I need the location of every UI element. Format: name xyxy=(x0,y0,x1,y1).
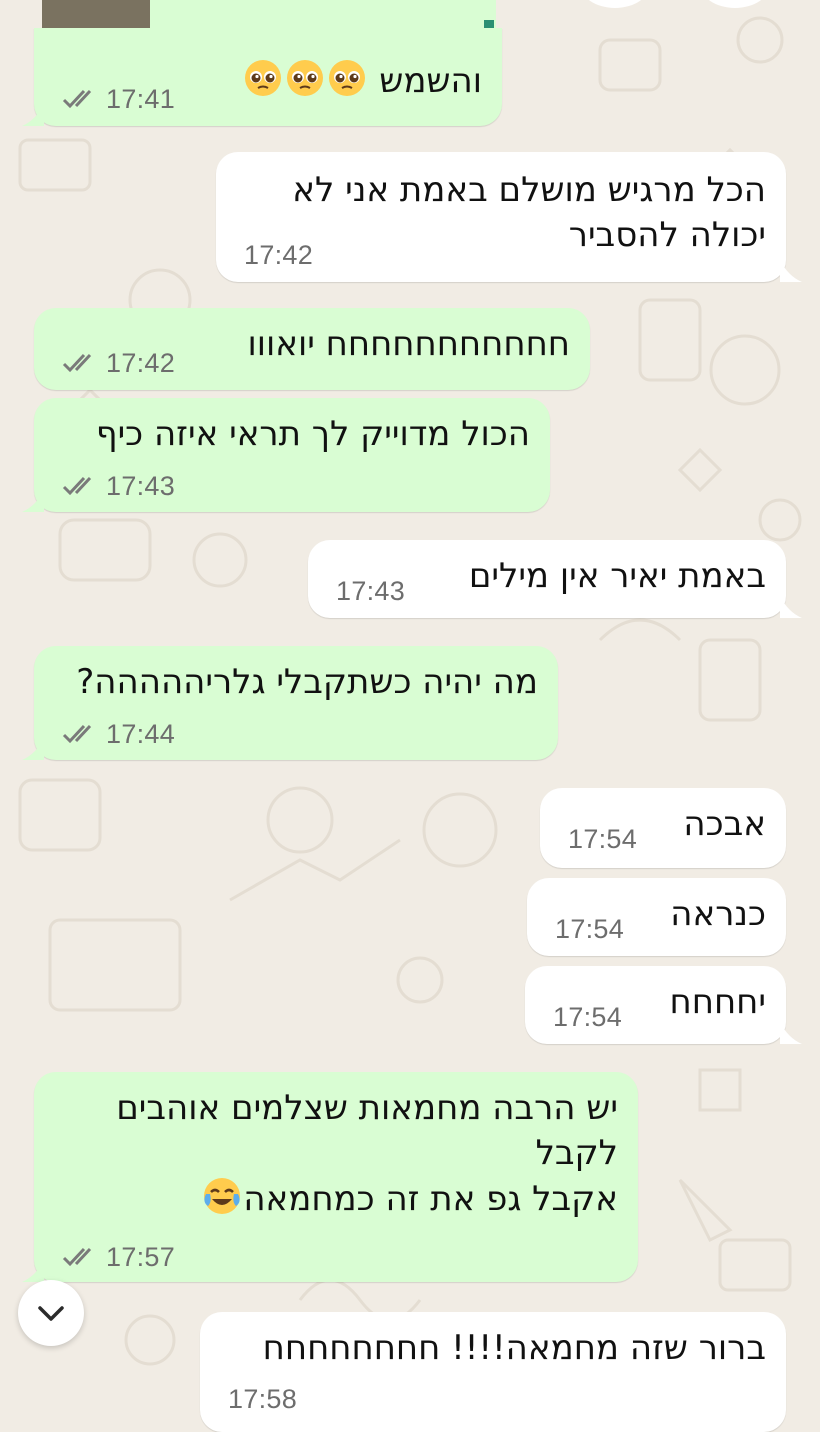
message-text: הכל מרגיש מושלם באמת אני לא יכולה להסביר xyxy=(292,170,766,255)
bubble-tail xyxy=(780,1022,802,1044)
bubble-tail xyxy=(780,260,802,282)
message-text: חחחחחחחחחחח יואווו xyxy=(247,324,570,364)
message-text: אבכה xyxy=(683,804,766,844)
message-bubble-incoming[interactable]: הכל מרגיש מושלם באמת אני לא יכולה להסביר… xyxy=(216,152,786,282)
pleading-face-icon xyxy=(242,60,284,101)
message-time: 17:44 xyxy=(106,719,176,749)
message-text: והשמש xyxy=(242,58,482,104)
message-time: 17:54 xyxy=(555,914,625,944)
bubble-tail xyxy=(22,490,44,512)
pleading-face-icon xyxy=(326,60,368,101)
bubble-tail xyxy=(22,1260,44,1282)
pleading-face-icon xyxy=(284,60,326,101)
chevron-down-icon xyxy=(38,1306,64,1321)
message-text: יש הרבה מחמאות שצלמים אוהבים לקבל אקבל ג… xyxy=(116,1088,618,1219)
message-time: 17:54 xyxy=(553,1002,623,1032)
message-time: 17:43 xyxy=(106,471,176,501)
bubble-tail xyxy=(22,104,44,126)
message-bubble-outgoing[interactable]: הכול מדוייק לך תראי איזה כיף 17:43 xyxy=(34,398,550,512)
message-text: באמת יאיר אין מילים xyxy=(468,556,766,596)
message-bubble-incoming[interactable]: כנראה 17:54 xyxy=(527,878,786,956)
message-bubble-incoming[interactable]: יחחחח 17:54 xyxy=(525,966,786,1044)
message-text: מה יהיה כשתקבלי גלריההההה? xyxy=(76,662,538,702)
message-time: 17:42 xyxy=(106,348,176,378)
message-time: 17:41 xyxy=(106,84,176,114)
double-check-icon xyxy=(62,724,92,744)
message-text: הכול מדוייק לך תראי איזה כיף xyxy=(95,414,530,454)
message-text: ברור שזה מחמאה!!!! חחחחחחחח xyxy=(262,1328,766,1368)
bubble-tail xyxy=(780,596,802,618)
message-bubble-outgoing[interactable]: והשמש 17:41 xyxy=(34,28,502,126)
bubble-tail xyxy=(22,738,44,760)
message-bubble-incoming[interactable]: אבכה 17:54 xyxy=(540,788,786,868)
message-bubble-outgoing[interactable]: יש הרבה מחמאות שצלמים אוהבים לקבל אקבל ג… xyxy=(34,1072,638,1282)
double-check-icon xyxy=(62,476,92,496)
double-check-icon xyxy=(62,89,92,109)
double-check-icon xyxy=(62,1247,92,1267)
message-text: כנראה xyxy=(670,894,766,934)
message-bubble-outgoing[interactable]: חחחחחחחחחחח יואווו 17:42 xyxy=(34,308,590,390)
message-time: 17:42 xyxy=(244,240,314,270)
message-bubble-incoming[interactable]: באמת יאיר אין מילים 17:43 xyxy=(308,540,786,618)
double-check-icon xyxy=(62,353,92,373)
face-with-tears-of-joy-icon xyxy=(201,1178,243,1219)
message-time: 17:57 xyxy=(106,1242,176,1272)
message-text: יחחחח xyxy=(669,982,766,1022)
message-bubble-outgoing[interactable]: מה יהיה כשתקבלי גלריההההה? 17:44 xyxy=(34,646,558,760)
scroll-to-bottom-button[interactable] xyxy=(18,1280,84,1346)
message-bubble-incoming[interactable]: ברור שזה מחמאה!!!! חחחחחחחח 17:58 xyxy=(200,1312,786,1432)
message-time: 17:54 xyxy=(568,824,638,854)
message-time: 17:43 xyxy=(336,576,406,606)
